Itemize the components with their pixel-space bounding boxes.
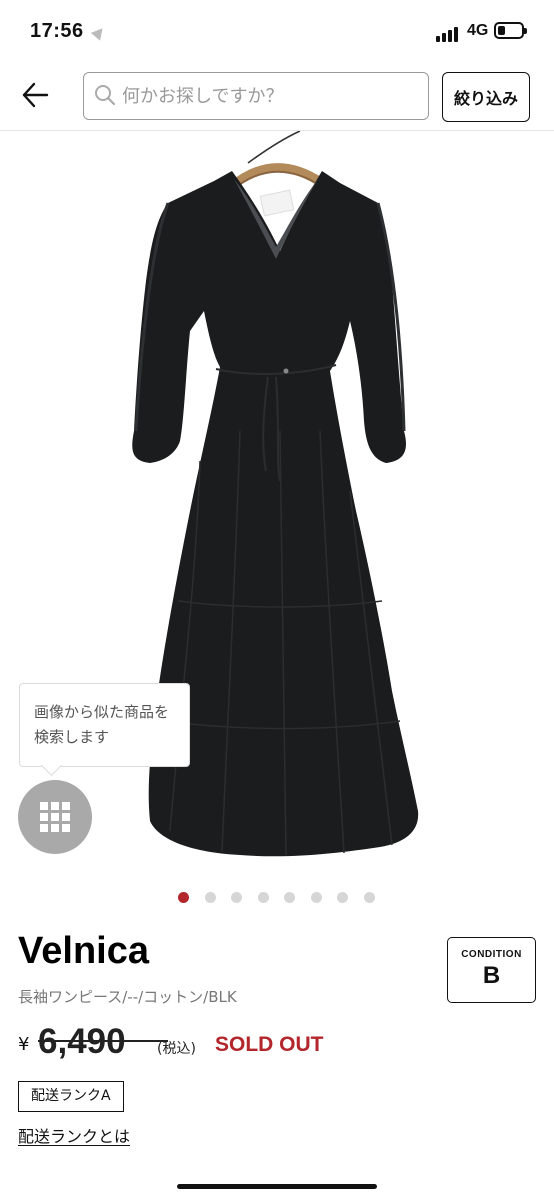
pager-dot[interactable] xyxy=(284,892,295,903)
price-row: ¥ 6,490 (税込) SOLD OUT xyxy=(18,1022,538,1062)
grid-icon xyxy=(40,802,70,832)
battery-level xyxy=(498,26,505,35)
sold-out-label: SOLD OUT xyxy=(215,1033,324,1056)
status-time: 17:56 xyxy=(30,20,84,42)
pager-dot[interactable] xyxy=(310,892,322,903)
search-icon xyxy=(95,85,116,106)
back-button[interactable] xyxy=(20,77,52,113)
search-input[interactable] xyxy=(122,79,418,113)
shipping-rank-badge: 配送ランクA xyxy=(18,1081,124,1112)
status-bar: 17:56 4G xyxy=(0,0,554,64)
pager-dot[interactable] xyxy=(178,892,189,903)
price-strikethrough xyxy=(38,1040,168,1042)
tax-label: (税込) xyxy=(157,1041,196,1057)
location-arrow-icon xyxy=(90,24,108,41)
search-box[interactable] xyxy=(83,72,429,120)
product-description: 長袖ワンピース/--/コットン/BLK xyxy=(18,988,237,1006)
condition-badge: CONDITION B xyxy=(447,937,536,1003)
price: 6,490 xyxy=(38,1022,126,1061)
condition-value: B xyxy=(482,962,501,989)
battery-icon xyxy=(494,22,527,39)
pager-dot[interactable] xyxy=(231,892,242,903)
top-nav: 絞り込み xyxy=(0,64,554,131)
network-type: 4G xyxy=(467,22,489,39)
pager-dot[interactable] xyxy=(204,892,216,903)
condition-label: CONDITION xyxy=(461,949,522,960)
signal-strength-icon xyxy=(436,24,464,42)
image-search-button[interactable] xyxy=(18,780,92,854)
brand-name[interactable]: Velnica xyxy=(18,930,149,973)
pager-dot[interactable] xyxy=(337,892,348,903)
home-indicator[interactable] xyxy=(177,1184,377,1189)
filter-button[interactable]: 絞り込み xyxy=(442,72,530,122)
pager-dot[interactable] xyxy=(257,892,269,903)
shipping-rank-link[interactable]: 配送ランクとは xyxy=(18,1123,130,1147)
pager-dot[interactable] xyxy=(363,892,375,903)
currency-symbol: ¥ xyxy=(18,1034,30,1055)
image-search-tooltip: 画像から似た商品を検索します xyxy=(19,683,190,767)
arrow-left-icon xyxy=(22,82,49,108)
